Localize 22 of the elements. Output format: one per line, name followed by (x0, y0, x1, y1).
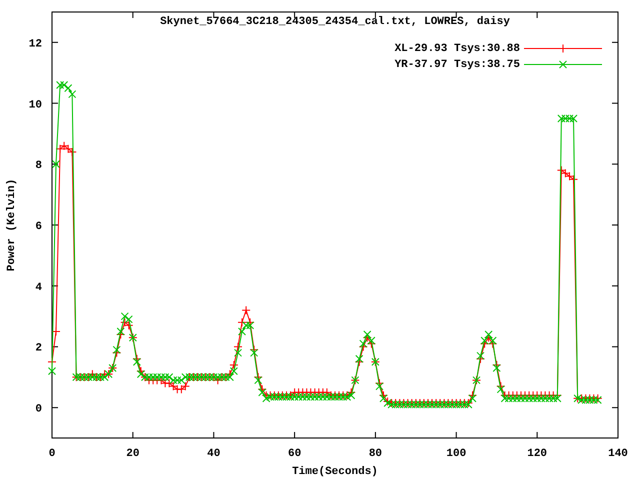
x-tick-label: 100 (446, 448, 466, 460)
x-tick-label: 0 (48, 448, 56, 460)
legend-label: XL-29.93 Tsys:30.88 (394, 42, 520, 54)
x-tick-label: 80 (368, 448, 382, 460)
y-tick-label: 2 (35, 342, 42, 355)
legend-label: YR-37.97 Tsys:38.75 (394, 58, 520, 70)
y-tick-label: 6 (35, 221, 42, 233)
x-axis-label: Time(Seconds) (292, 466, 378, 478)
x-tick-label: 120 (527, 448, 548, 460)
x-tick-label: 20 (126, 448, 140, 460)
y-tick-label: 12 (28, 38, 42, 50)
y-tick-label: 0 (35, 404, 42, 416)
y-tick-label: 4 (35, 282, 42, 294)
x-tick-label: 140 (608, 448, 628, 460)
y-tick-label: 10 (28, 99, 42, 112)
x-tick-label: 60 (288, 448, 302, 460)
legend-swatch-icon (524, 60, 602, 69)
legend-swatch-icon (524, 44, 602, 53)
chart-title: Skynet_57664_3C218_24305_24354_cal.txt, LOWRES, daisy (160, 16, 510, 28)
y-axis-label: Power (Kelvin) (6, 178, 18, 272)
y-tick-label: 8 (35, 160, 42, 172)
x-tick-label: 40 (207, 448, 220, 460)
